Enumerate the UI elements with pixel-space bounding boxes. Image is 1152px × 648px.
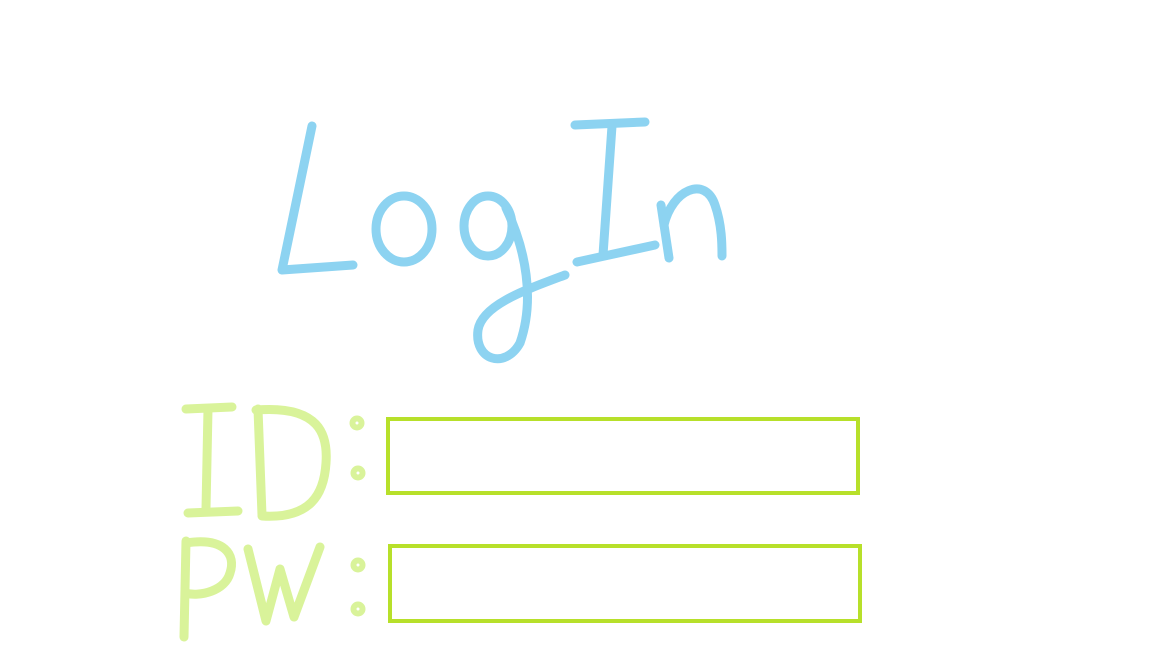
id-label-handwriting (181, 402, 366, 521)
pw-label-handwriting (179, 536, 366, 642)
id-input[interactable] (386, 417, 860, 495)
login-page: LogIn ID : (0, 0, 1152, 648)
password-input[interactable] (388, 544, 862, 623)
page-title-handwriting (277, 117, 727, 364)
